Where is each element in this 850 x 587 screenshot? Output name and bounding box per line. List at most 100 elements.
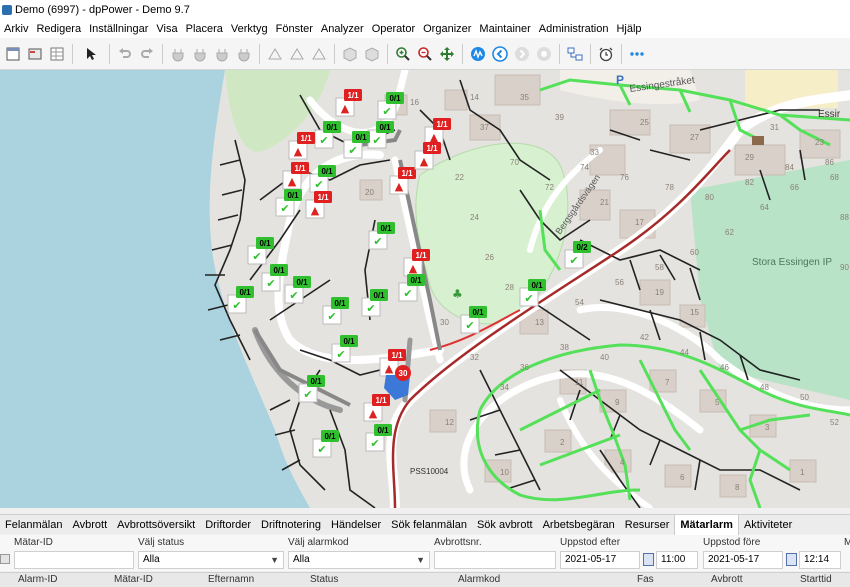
menu-organizer[interactable]: Organizer xyxy=(419,20,475,38)
box-icon[interactable] xyxy=(341,45,359,63)
occurred-after-date[interactable]: 2021-05-17 xyxy=(560,551,640,569)
building-number: 13 xyxy=(535,318,544,327)
menu-fonster[interactable]: Fönster xyxy=(272,20,317,38)
meter-ok-marker[interactable]: ✔ 0/1 xyxy=(261,264,288,292)
column-alarm-code[interactable]: Alarmkod xyxy=(458,574,500,585)
meter-ok-marker[interactable]: ✔ 0/1 xyxy=(227,286,254,314)
undo-icon[interactable] xyxy=(116,45,134,63)
check-icon: ✔ xyxy=(232,299,241,312)
column-phase[interactable]: Fas xyxy=(637,574,654,585)
building-number: 36 xyxy=(520,363,529,372)
new-icon[interactable] xyxy=(4,45,22,63)
calendar-icon[interactable] xyxy=(786,553,797,566)
meter-alarm-marker[interactable]: ▲1/1 xyxy=(363,394,390,422)
table-icon[interactable] xyxy=(48,45,66,63)
draw-icon[interactable] xyxy=(266,45,284,63)
meter-alarm-marker[interactable]: ▲1/1 xyxy=(424,118,451,146)
plug-icon[interactable] xyxy=(213,45,231,63)
forward-icon[interactable] xyxy=(513,45,531,63)
meter-ok-marker[interactable]: ✔ 0/1 xyxy=(247,237,274,265)
tab-sok-felanmalan[interactable]: Sök felanmälan xyxy=(386,515,472,535)
meter-ok-marker[interactable]: ✔ 0/1 xyxy=(367,121,394,149)
select-arrow-icon[interactable] xyxy=(79,45,103,63)
tab-arbetsbegaran[interactable]: Arbetsbegäran xyxy=(538,515,620,535)
status-value: Alla xyxy=(143,554,160,565)
tree-icon: ♣ xyxy=(452,287,463,301)
menu-arkiv[interactable]: Arkiv xyxy=(0,20,32,38)
layout-icon[interactable] xyxy=(566,45,584,63)
check-icon: ✔ xyxy=(524,292,533,305)
pan-icon[interactable] xyxy=(438,45,456,63)
tab-driftorder[interactable]: Driftorder xyxy=(200,515,256,535)
occurred-after-time[interactable]: 11:00 xyxy=(656,551,698,569)
redo-icon[interactable] xyxy=(138,45,156,63)
occurred-before-date[interactable]: 2021-05-17 xyxy=(703,551,783,569)
column-surname[interactable]: Efternamn xyxy=(208,574,254,585)
tab-resurser[interactable]: Resurser xyxy=(620,515,675,535)
menu-operator[interactable]: Operator xyxy=(368,20,419,38)
meter-id-input[interactable] xyxy=(14,551,134,569)
box-icon[interactable] xyxy=(363,45,381,63)
meter-ok-marker[interactable]: ✔ 0/1 xyxy=(312,430,339,458)
menu-maintainer[interactable]: Maintainer xyxy=(475,20,534,38)
tab-matarlarm[interactable]: Mätarlarm xyxy=(674,514,739,535)
menu-verktyg[interactable]: Verktyg xyxy=(227,20,272,38)
menu-administration[interactable]: Administration xyxy=(535,20,613,38)
meter-ok-marker[interactable]: ✔ 0/1 xyxy=(322,297,349,325)
status-select[interactable]: Alla ▼ xyxy=(138,551,284,569)
meter-ok-marker[interactable]: ✔ 0/2 xyxy=(564,241,591,269)
column-meter-id[interactable]: Mätar-ID xyxy=(114,574,153,585)
building-number: 26 xyxy=(485,253,494,262)
meter-badge-label: 0/1 xyxy=(377,426,389,435)
building-number: 16 xyxy=(410,98,419,107)
meter-alarm-marker[interactable]: ▲1/1 xyxy=(288,132,315,160)
outage-no-input[interactable] xyxy=(434,551,556,569)
menu-placera[interactable]: Placera xyxy=(182,20,227,38)
map-svg[interactable]: Essingestråket Bergsgårdsvägen Stora Ess… xyxy=(0,70,850,508)
tab-driftnotering[interactable]: Driftnotering xyxy=(256,515,326,535)
grid-settings-icon[interactable] xyxy=(0,554,10,564)
column-alarm-id[interactable]: Alarm-ID xyxy=(18,574,57,585)
column-start-time[interactable]: Starttid xyxy=(800,574,832,585)
zoom-out-icon[interactable] xyxy=(416,45,434,63)
draw-icon[interactable] xyxy=(288,45,306,63)
menu-installningar[interactable]: Inställningar xyxy=(85,20,152,38)
zoom-in-icon[interactable] xyxy=(394,45,412,63)
plug-icon[interactable] xyxy=(191,45,209,63)
meter-ok-marker[interactable]: ✔ 0/1 xyxy=(284,276,311,304)
menu-redigera[interactable]: Redigera xyxy=(32,20,85,38)
meter-ok-marker[interactable]: ✔ 0/1 xyxy=(368,222,395,250)
network-icon[interactable] xyxy=(469,45,487,63)
plug-icon[interactable] xyxy=(235,45,253,63)
meter-alarm-marker[interactable]: ▲1/1 xyxy=(305,191,332,219)
tab-felanmalan[interactable]: Felanmälan xyxy=(0,515,67,535)
building-number: 24 xyxy=(470,213,479,222)
column-status[interactable]: Status xyxy=(310,574,338,585)
tab-aktiviteter[interactable]: Aktiviteter xyxy=(739,515,797,535)
plug-icon[interactable] xyxy=(169,45,187,63)
draw-icon[interactable] xyxy=(310,45,328,63)
building-number: 28 xyxy=(505,283,514,292)
meter-ok-marker[interactable]: ✔ 0/1 xyxy=(314,121,341,149)
tab-sok-avbrott[interactable]: Sök avbrott xyxy=(472,515,538,535)
menu-visa[interactable]: Visa xyxy=(152,20,181,38)
menu-analyzer[interactable]: Analyzer xyxy=(317,20,368,38)
meter-ok-marker[interactable]: ✔ 0/1 xyxy=(361,289,388,317)
open-icon[interactable] xyxy=(26,45,44,63)
occurred-before-time[interactable]: 12:14 xyxy=(799,551,841,569)
map-canvas[interactable]: Essingestråket Bergsgårdsvägen Stora Ess… xyxy=(0,70,850,508)
building-number: 4 xyxy=(620,458,625,467)
stop-icon[interactable] xyxy=(535,45,553,63)
alarm-clock-icon[interactable] xyxy=(597,45,615,63)
tab-handelser[interactable]: Händelser xyxy=(326,515,386,535)
menu-hjalp[interactable]: Hjälp xyxy=(612,20,645,38)
alarm-code-select[interactable]: Alla ▼ xyxy=(288,551,430,569)
meter-alarm-marker[interactable]: ▲1/1 xyxy=(335,89,362,117)
column-outage[interactable]: Avbrott xyxy=(711,574,743,585)
tab-avbrottsoversikt[interactable]: Avbrottsöversikt xyxy=(112,515,200,535)
building-number: 68 xyxy=(830,173,839,182)
tab-avbrott[interactable]: Avbrott xyxy=(67,515,112,535)
calendar-icon[interactable] xyxy=(643,553,654,566)
more-icon[interactable] xyxy=(628,45,646,63)
back-icon[interactable] xyxy=(491,45,509,63)
